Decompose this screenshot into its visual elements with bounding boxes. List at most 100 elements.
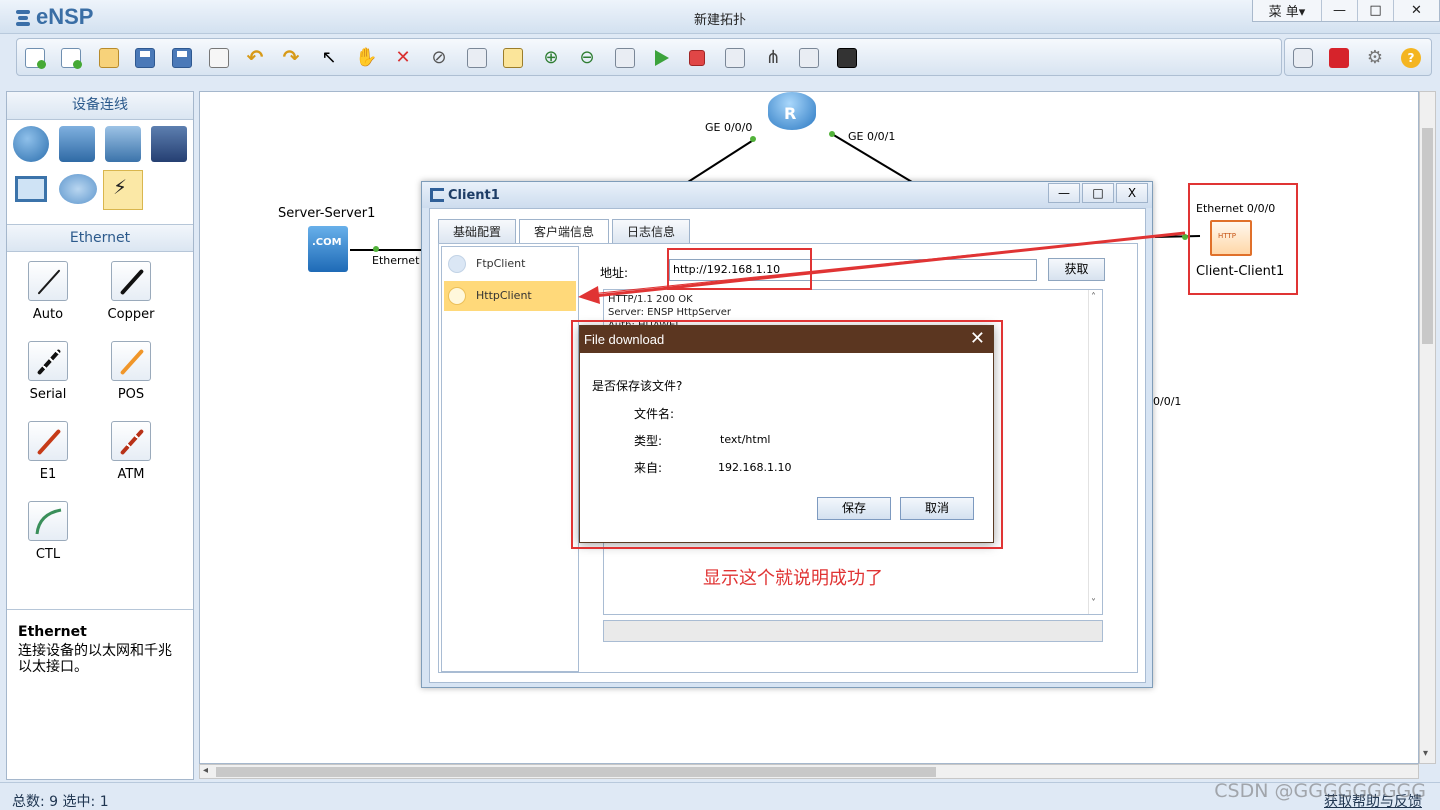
cable-atm[interactable]: ATM [91,421,171,482]
copper-cable-icon [111,261,151,301]
router-icon-text: R [784,104,797,123]
client-item-label: FtpClient [476,257,526,270]
cable-label: Serial [29,387,67,402]
huawei-icon[interactable] [1329,48,1349,68]
ctl-cable-icon [28,501,68,541]
minimize-button[interactable]: — [1321,0,1357,21]
main-toolbar: ↶ ↷ ↖ ✋ ✕ ⊘ ⊕ ⊖ ⋔ [16,38,1282,76]
scroll-down-icon[interactable]: ▾ [1423,748,1428,759]
cable-list: Auto Copper Serial POS E1 ATM CTL [7,252,193,598]
cable-auto[interactable]: Auto [8,261,88,322]
redo-icon[interactable]: ↷ [281,47,301,68]
hidden-port-label: 0/0/1 [1153,395,1182,408]
select-pointer-icon[interactable]: ↖ [319,48,339,68]
stop-device-icon[interactable] [689,50,705,66]
firewall-category-icon[interactable] [151,126,187,162]
zoom-out-icon[interactable]: ⊖ [577,48,597,68]
cable-label: POS [117,387,145,402]
tab-client-info[interactable]: 客户端信息 [519,219,610,243]
tab-log-info[interactable]: 日志信息 [612,219,691,243]
client1-titlebar[interactable]: Client1 — □ X [422,182,1152,208]
new-example-icon[interactable] [61,48,82,69]
grid-icon[interactable] [799,48,819,68]
horizontal-scrollbar[interactable]: ◂ [199,764,1419,779]
client-type-list: FtpClient HttpClient [441,246,579,672]
e1-cable-icon [28,421,68,461]
delete-icon[interactable]: ✕ [393,48,413,68]
info-title: Ethernet [18,624,87,640]
delete-link-icon[interactable]: ⊘ [429,48,449,68]
undo-icon[interactable]: ↶ [245,47,265,68]
router-category-icon[interactable] [13,126,49,162]
app-logo-text: eNSP [36,4,94,29]
annotation-text: 显示这个就说明成功了 [703,568,883,589]
response-scrollbar[interactable]: ˄ ˅ [1088,290,1102,614]
scroll-down-icon[interactable]: ˅ [1091,598,1096,609]
start-device-icon[interactable] [651,48,671,68]
port-indicator [829,131,835,137]
ensp-logo-icon [14,7,32,27]
router-r1[interactable]: R [768,92,816,130]
device-categories [7,120,193,224]
topology-icon[interactable]: ⋔ [763,48,783,68]
help-icon[interactable]: ? [1401,48,1421,68]
palette-icon[interactable] [503,48,523,68]
cable-copper[interactable]: Copper [91,261,171,322]
router-port-ge001: GE 0/0/1 [848,130,896,143]
ensp-logo-icon [430,188,444,202]
save-as-icon[interactable] [172,48,192,68]
wlan-category-icon[interactable] [105,126,141,162]
client-highlight-box [1188,183,1298,295]
cable-label: ATM [117,467,145,482]
save-icon[interactable] [135,48,155,68]
client1-tabs: 基础配置 客户端信息 日志信息 [438,219,693,243]
chat-icon[interactable] [1293,48,1313,68]
maximize-button[interactable]: □ [1357,0,1393,21]
cable-e1[interactable]: E1 [8,421,88,482]
cable-pos[interactable]: POS [91,341,171,402]
app-logo: eNSP [14,4,94,29]
text-comment-icon[interactable] [467,48,487,68]
address-label: 地址: [600,266,629,280]
cable-ctl[interactable]: CTL [8,501,88,562]
client1-maximize-button[interactable]: □ [1082,183,1114,203]
cable-category-icon[interactable] [103,170,143,210]
hand-pan-icon[interactable]: ✋ [355,48,377,68]
fetch-button[interactable]: 获取 [1048,258,1105,281]
window-title: 新建拓扑 [693,13,746,28]
main-menu-button[interactable]: 菜 单▾ [1253,0,1321,21]
client-item-ftp[interactable]: FtpClient [444,249,576,279]
window-controls: 菜 单▾ — □ ✕ [1252,0,1440,22]
new-topology-icon[interactable] [25,48,46,69]
terminal-icon[interactable] [837,48,857,68]
cable-label: E1 [39,467,57,482]
cables-header: Ethernet [7,224,193,252]
atm-cable-icon [111,421,151,461]
gear-icon[interactable]: ⚙ [1365,48,1385,68]
progress-bar [603,620,1103,642]
title-bar: eNSP 新建拓扑 菜 单▾ — □ ✕ [0,0,1440,34]
client1-minimize-button[interactable]: — [1048,183,1080,203]
tab-basic-config[interactable]: 基础配置 [438,219,517,243]
client-item-http[interactable]: HttpClient [444,281,576,311]
capture-icon[interactable] [725,48,745,68]
selection-summary: 总数: 9 选中: 1 [12,794,109,810]
client1-close-button[interactable]: X [1116,183,1148,203]
fit-view-icon[interactable] [615,48,635,68]
cloud-category-icon[interactable] [59,174,97,204]
cable-serial[interactable]: Serial [8,341,88,402]
right-toolbar: ⚙ ? [1284,38,1432,76]
open-folder-icon[interactable] [99,48,119,68]
switch-category-icon[interactable] [59,126,95,162]
server-node[interactable]: .COM [308,226,348,272]
vertical-scroll-thumb[interactable] [1422,128,1433,344]
zoom-in-icon[interactable]: ⊕ [541,48,561,68]
close-button[interactable]: ✕ [1393,0,1439,21]
scroll-left-icon[interactable]: ◂ [203,765,208,776]
print-icon[interactable] [209,48,229,68]
router-port-ge000: GE 0/0/0 [705,121,753,134]
vertical-scrollbar[interactable]: ▾ [1419,91,1436,764]
horizontal-scroll-thumb[interactable] [216,767,936,777]
scroll-up-icon[interactable]: ˄ [1091,292,1096,303]
pc-category-icon[interactable] [15,176,47,202]
